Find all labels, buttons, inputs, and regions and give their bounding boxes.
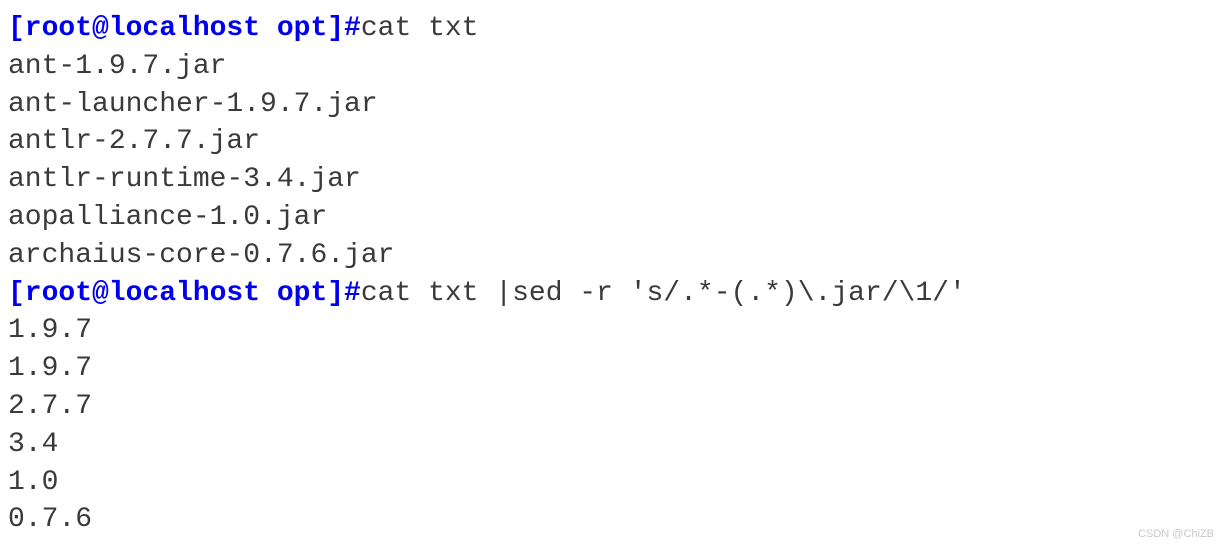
output-line: antlr-runtime-3.4.jar xyxy=(8,161,1218,199)
output-line: 1.9.7 xyxy=(8,312,1218,350)
output-line: archaius-core-0.7.6.jar xyxy=(8,237,1218,275)
terminal-block-1: [root@localhost opt]#cat txt ant-1.9.7.j… xyxy=(8,10,1218,275)
output-line: ant-1.9.7.jar xyxy=(8,48,1218,86)
command-text: cat txt xyxy=(361,13,479,44)
output-line: aopalliance-1.0.jar xyxy=(8,199,1218,237)
command-line-1[interactable]: [root@localhost opt]#cat txt xyxy=(8,10,1218,48)
command-line-2[interactable]: [root@localhost opt]#cat txt |sed -r 's/… xyxy=(8,275,1218,313)
output-line: 3.4 xyxy=(8,426,1218,464)
output-line: 2.7.7 xyxy=(8,388,1218,426)
output-line: 1.9.7 xyxy=(8,350,1218,388)
output-line: 1.0 xyxy=(8,464,1218,502)
shell-prompt: [root@localhost opt]# xyxy=(8,13,361,44)
shell-prompt: [root@localhost opt]# xyxy=(8,278,361,309)
command-text: cat txt |sed -r 's/.*-(.*)\.jar/\1/' xyxy=(361,278,966,309)
terminal-block-2: [root@localhost opt]#cat txt |sed -r 's/… xyxy=(8,275,1218,540)
output-line: 0.7.6 xyxy=(8,501,1218,539)
output-line: antlr-2.7.7.jar xyxy=(8,123,1218,161)
watermark-text: CSDN @ChiZB xyxy=(1138,527,1214,542)
output-line: ant-launcher-1.9.7.jar xyxy=(8,86,1218,124)
